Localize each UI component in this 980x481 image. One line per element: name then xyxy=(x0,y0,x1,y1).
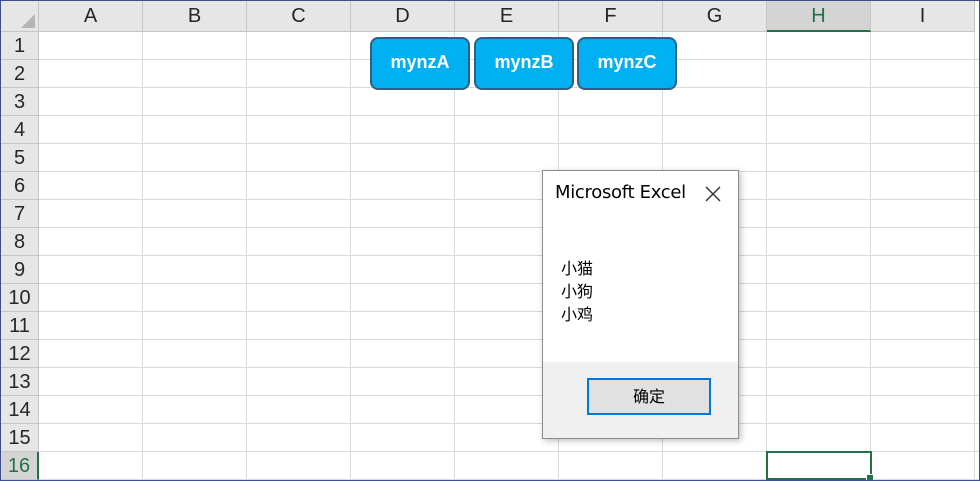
row-header-9[interactable]: 9 xyxy=(1,256,39,284)
active-cell-h16[interactable] xyxy=(766,451,874,480)
row-header-14[interactable]: 14 xyxy=(1,396,39,424)
row-header-4[interactable]: 4 xyxy=(1,116,39,144)
row-header-16[interactable]: 16 xyxy=(1,452,39,480)
close-icon[interactable] xyxy=(698,179,728,207)
mynzb-button[interactable]: mynzB xyxy=(474,37,574,90)
row-header-11[interactable]: 11 xyxy=(1,312,39,340)
dialog-message: 小猫 小狗 小鸡 xyxy=(561,257,593,326)
row-header-1[interactable]: 1 xyxy=(1,32,39,60)
column-header-b[interactable]: B xyxy=(143,1,247,32)
column-header-g[interactable]: G xyxy=(663,1,767,32)
row-headers: 1 2 3 4 5 6 7 8 9 10 11 12 13 14 15 16 xyxy=(1,32,39,480)
message-box: Microsoft Excel 小猫 小狗 小鸡 确定 xyxy=(542,170,739,439)
row-header-13[interactable]: 13 xyxy=(1,368,39,396)
row-header-6[interactable]: 6 xyxy=(1,172,39,200)
column-header-e[interactable]: E xyxy=(455,1,559,32)
cell-grid[interactable] xyxy=(39,32,979,480)
fill-handle[interactable] xyxy=(866,474,874,480)
row-header-2[interactable]: 2 xyxy=(1,60,39,88)
column-header-a[interactable]: A xyxy=(39,1,143,32)
row-header-5[interactable]: 5 xyxy=(1,144,39,172)
row-header-8[interactable]: 8 xyxy=(1,228,39,256)
dialog-title: Microsoft Excel xyxy=(555,182,686,203)
column-header-d[interactable]: D xyxy=(351,1,455,32)
row-header-12[interactable]: 12 xyxy=(1,340,39,368)
column-header-f[interactable]: F xyxy=(559,1,663,32)
row-header-3[interactable]: 3 xyxy=(1,88,39,116)
column-header-h[interactable]: H xyxy=(767,1,871,32)
column-header-c[interactable]: C xyxy=(247,1,351,32)
excel-window: A B C D E F G H I 1 2 3 4 5 6 7 8 9 10 1… xyxy=(0,0,980,481)
dialog-footer: 确定 xyxy=(543,362,738,438)
ok-button[interactable]: 确定 xyxy=(587,378,711,415)
column-headers: A B C D E F G H I xyxy=(39,1,975,32)
row-header-7[interactable]: 7 xyxy=(1,200,39,228)
row-header-10[interactable]: 10 xyxy=(1,284,39,312)
column-header-i[interactable]: I xyxy=(871,1,975,32)
message-line-2: 小狗 xyxy=(561,282,594,301)
message-line-1: 小猫 xyxy=(561,259,594,278)
mynza-button[interactable]: mynzA xyxy=(370,37,470,90)
select-all-corner[interactable] xyxy=(1,1,39,32)
message-line-3: 小鸡 xyxy=(561,305,594,324)
mynzc-button[interactable]: mynzC xyxy=(577,37,677,90)
row-header-15[interactable]: 15 xyxy=(1,424,39,452)
